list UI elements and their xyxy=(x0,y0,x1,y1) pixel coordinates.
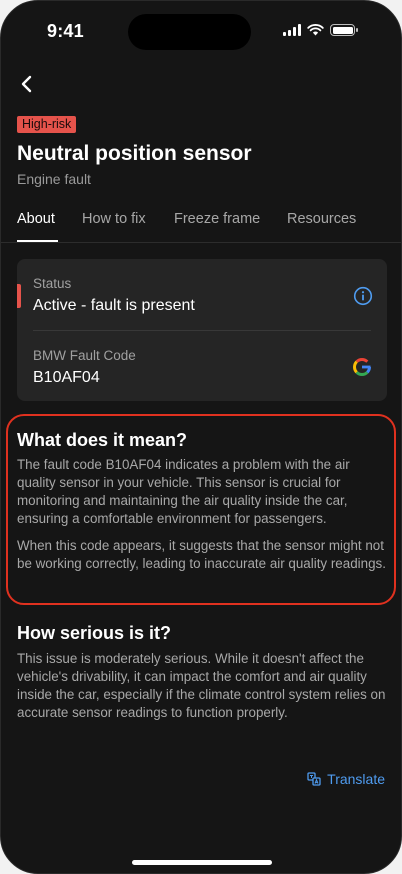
active-tab-indicator xyxy=(17,240,58,242)
phone-screen: 9:41 High-risk Neutral position sensor E… xyxy=(0,0,402,874)
back-chevron-icon xyxy=(21,75,32,93)
meaning-paragraph-2: When this code appears, it suggests that… xyxy=(17,538,386,571)
google-icon[interactable] xyxy=(351,356,373,378)
status-icons xyxy=(283,24,358,36)
wifi-icon xyxy=(307,24,324,36)
translate-label: Translate xyxy=(327,771,385,787)
meaning-heading: What does it mean? xyxy=(17,430,188,450)
card-divider xyxy=(33,330,371,331)
risk-badge: High-risk xyxy=(17,116,77,133)
serious-paragraph: This issue is moderately serious. While … xyxy=(17,651,386,720)
translate-icon xyxy=(307,772,321,786)
serious-heading: How serious is it? xyxy=(17,623,172,643)
status-label: Status xyxy=(33,276,72,291)
tab-freeze-frame[interactable]: Freeze frame xyxy=(174,211,260,227)
back-button[interactable] xyxy=(15,73,37,95)
battery-icon xyxy=(330,24,358,36)
status-value: Active - fault is present xyxy=(33,297,195,314)
signal-icon xyxy=(283,24,301,36)
status-time: 9:41 xyxy=(47,21,84,41)
tab-bar: About How to fix Freeze frame Resources xyxy=(1,201,401,243)
status-bar: 9:41 xyxy=(1,1,401,59)
fault-code-value: B10AF04 xyxy=(33,369,100,386)
fault-code-label: BMW Fault Code xyxy=(33,348,136,363)
info-icon[interactable] xyxy=(353,286,373,306)
page-title: Neutral position sensor xyxy=(17,142,252,165)
dynamic-island xyxy=(128,14,251,50)
tab-about[interactable]: About xyxy=(17,211,55,227)
tab-resources[interactable]: Resources xyxy=(287,211,356,227)
tab-how-to-fix[interactable]: How to fix xyxy=(82,211,146,227)
meaning-paragraph-1: The fault code B10AF04 indicates a probl… xyxy=(17,457,350,526)
page-subtitle: Engine fault xyxy=(17,171,91,187)
status-accent-bar xyxy=(17,284,21,308)
fault-info-card: Status Active - fault is present BMW Fau… xyxy=(17,259,387,401)
home-indicator[interactable] xyxy=(132,860,272,865)
translate-button[interactable]: Translate xyxy=(307,771,385,787)
